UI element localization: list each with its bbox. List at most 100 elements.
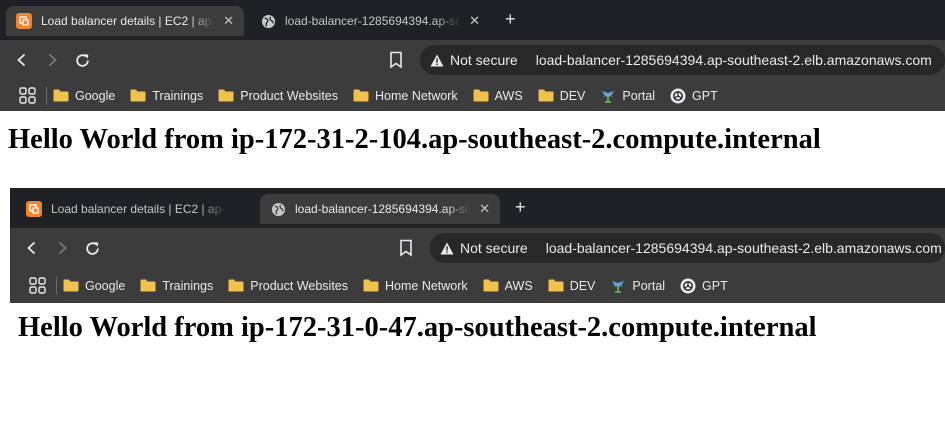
folder-icon	[548, 279, 564, 292]
new-tab-button[interactable]: +	[505, 9, 516, 29]
apps-grid-icon[interactable]	[26, 275, 48, 297]
bookmark-page-button[interactable]	[398, 239, 414, 257]
tab-load-balancer-page[interactable]: load-balancer-1285694394.ap-southeast-2 …	[250, 6, 490, 36]
tab-load-balancer-page[interactable]: load-balancer-1285694394.ap-southeast-2 …	[260, 194, 500, 224]
arrow-right-icon	[48, 53, 57, 67]
arrow-left-icon	[27, 241, 36, 255]
bookmark-portal[interactable]: Portal	[600, 88, 655, 104]
bookmark-label: Trainings	[162, 278, 214, 293]
bookmark-dev[interactable]: DEV	[548, 278, 596, 293]
tab-load-balancer-details[interactable]: Load balancer details | EC2 | ap-southea…	[6, 6, 244, 36]
bookmark-label: Home Network	[375, 88, 458, 103]
arrow-right-icon	[58, 241, 67, 255]
bookmark-google[interactable]: Google	[63, 279, 125, 293]
bookmark-gpt[interactable]: GPT	[670, 88, 718, 104]
bookmark-gpt[interactable]: GPT	[680, 278, 728, 294]
bookmark-product-websites[interactable]: Product Websites	[218, 89, 338, 103]
bookmark-label: Google	[85, 278, 126, 293]
close-tab-icon[interactable]: ✕	[223, 13, 234, 29]
bookmark-label: Trainings	[152, 88, 204, 103]
bookmark-label: Portal	[622, 88, 656, 103]
back-button[interactable]	[17, 233, 47, 263]
bookmark-label: Portal	[632, 278, 666, 293]
reload-button[interactable]	[77, 233, 107, 263]
portal-icon	[600, 88, 616, 104]
tab-title: Load balancer details | EC2 | ap-southea…	[51, 202, 227, 216]
bookmark-label: DEV	[559, 88, 586, 103]
warning-icon[interactable]	[438, 242, 456, 255]
folder-icon	[53, 89, 69, 102]
close-tab-icon[interactable]: ✕	[469, 13, 480, 29]
aws-icon	[26, 201, 42, 217]
folder-icon	[538, 89, 554, 102]
forward-button[interactable]	[37, 45, 67, 75]
folder-icon	[140, 279, 156, 292]
arrow-left-icon	[17, 53, 26, 67]
folder-icon	[228, 279, 244, 292]
browser-screenshot-2: Load balancer details | EC2 | ap-southea…	[10, 188, 945, 303]
browser-chrome: Load balancer details | EC2 | ap-southea…	[10, 188, 945, 303]
browser-screenshot-1: Load balancer details | EC2 | ap-southea…	[0, 0, 945, 111]
tab-title: Load balancer details | EC2 | ap-southea…	[41, 14, 216, 28]
bookmark-page-button[interactable]	[388, 51, 404, 69]
bookmark-label: GPT	[692, 88, 718, 103]
openai-icon	[680, 278, 696, 294]
folder-icon	[218, 89, 234, 102]
folder-icon	[483, 279, 499, 292]
forward-button[interactable]	[47, 233, 77, 263]
bookmark-aws[interactable]: AWS	[473, 89, 523, 103]
browser-chrome: Load balancer details | EC2 | ap-southea…	[0, 0, 945, 111]
tab-strip: Load balancer details | EC2 | ap-southea…	[0, 0, 945, 40]
bookmark-aws[interactable]: AWS	[483, 279, 533, 293]
bookmark-home-network[interactable]: Home Network	[363, 279, 468, 293]
bookmark-icon	[390, 51, 402, 69]
openai-icon	[670, 88, 686, 104]
bookmark-icon	[400, 239, 412, 257]
reload-icon	[85, 241, 99, 255]
bookmark-dev[interactable]: DEV	[538, 88, 586, 103]
close-tab-icon[interactable]: ✕	[479, 201, 490, 217]
bookmark-google[interactable]: Google	[53, 89, 115, 103]
toolbar: Not secure load-balancer-1285694394.ap-s…	[0, 40, 945, 80]
address-bar[interactable]: Not secure load-balancer-1285694394.ap-s…	[420, 45, 945, 75]
bookmark-trainings[interactable]: Trainings	[140, 279, 213, 293]
url-text[interactable]: load-balancer-1285694394.ap-southeast-2.…	[536, 52, 932, 68]
apps-grid-icon[interactable]	[16, 85, 38, 107]
tab-title: load-balancer-1285694394.ap-southeast-2	[295, 202, 472, 216]
reload-button[interactable]	[67, 45, 97, 75]
warning-icon[interactable]	[428, 54, 446, 67]
bookmark-product-websites[interactable]: Product Websites	[228, 279, 348, 293]
tab-strip: Load balancer details | EC2 | ap-southea…	[10, 188, 945, 228]
security-status[interactable]: Not secure	[450, 52, 518, 68]
folder-icon	[63, 279, 79, 292]
globe-icon	[270, 201, 286, 217]
bookmark-trainings[interactable]: Trainings	[130, 89, 203, 103]
tab-load-balancer-details[interactable]: Load balancer details | EC2 | ap-southea…	[16, 194, 256, 224]
toolbar: Not secure load-balancer-1285694394.ap-s…	[10, 228, 945, 268]
bookmark-home-network[interactable]: Home Network	[353, 89, 458, 103]
folder-icon	[130, 89, 146, 102]
new-tab-button[interactable]: +	[515, 197, 526, 217]
bookmark-label: AWS	[494, 88, 523, 103]
bookmarks-bar: Google Trainings Product Websites Home N…	[0, 80, 945, 111]
back-button[interactable]	[7, 45, 37, 75]
bookmark-label: Product Websites	[240, 88, 338, 103]
bookmarks-divider	[46, 86, 47, 105]
bookmark-label: Google	[75, 88, 116, 103]
bookmark-label: Home Network	[385, 278, 468, 293]
folder-icon	[353, 89, 369, 102]
bookmark-label: Product Websites	[250, 278, 348, 293]
bookmark-label: GPT	[702, 278, 728, 293]
page-content-text: Hello World from ip-172-31-2-104.ap-sout…	[8, 124, 821, 155]
globe-icon	[260, 13, 276, 29]
url-text[interactable]: load-balancer-1285694394.ap-southeast-2.…	[546, 240, 942, 256]
aws-icon	[16, 13, 32, 29]
tab-title: load-balancer-1285694394.ap-southeast-2	[285, 14, 462, 28]
bookmark-label: AWS	[504, 278, 533, 293]
address-bar[interactable]: Not secure load-balancer-1285694394.ap-s…	[430, 233, 945, 263]
bookmark-label: DEV	[569, 278, 596, 293]
bookmark-portal[interactable]: Portal	[610, 278, 665, 294]
folder-icon	[363, 279, 379, 292]
security-status[interactable]: Not secure	[460, 240, 528, 256]
folder-icon	[473, 89, 489, 102]
